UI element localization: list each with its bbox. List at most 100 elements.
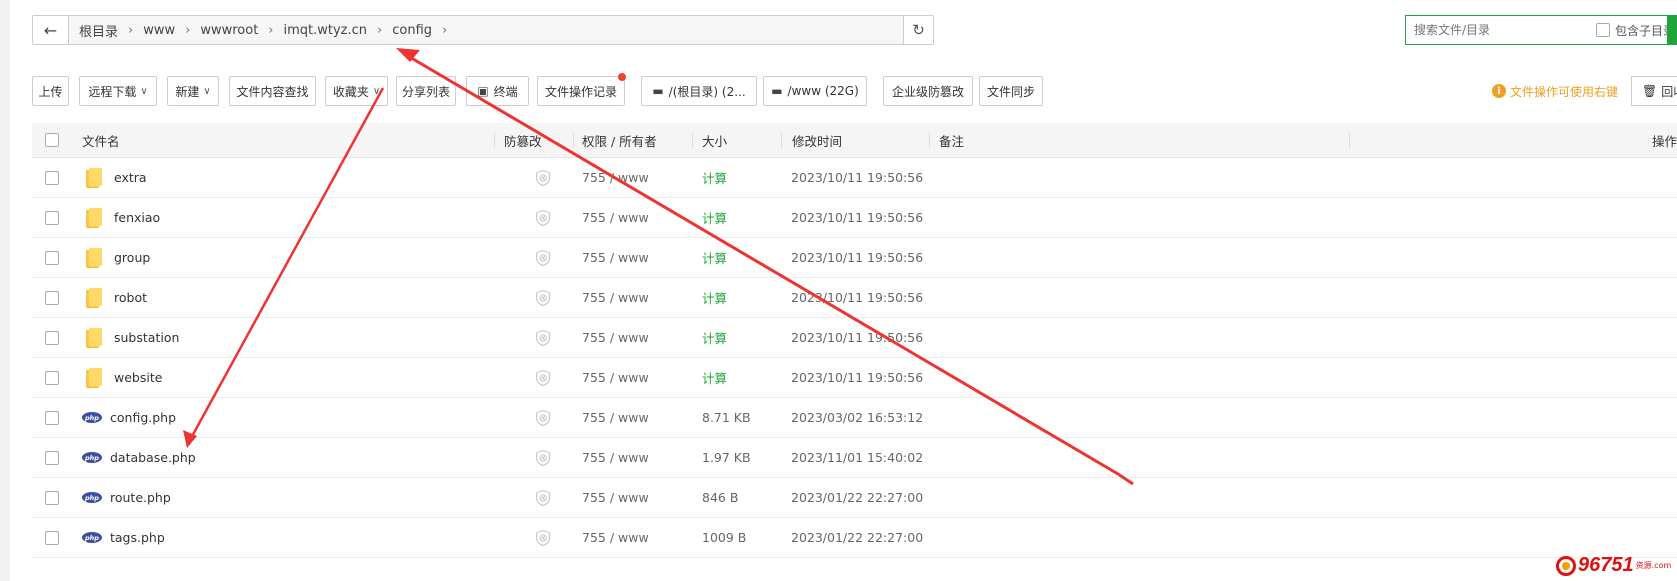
- size-cell[interactable]: 计算: [702, 318, 727, 357]
- header-size[interactable]: 大小: [702, 123, 727, 157]
- row-checkbox[interactable]: [45, 370, 59, 385]
- row-checkbox[interactable]: [45, 290, 59, 305]
- breadcrumb-item-site[interactable]: imqt.wtyz.cn: [278, 23, 374, 38]
- file-name-cell[interactable]: php database.php: [82, 438, 196, 477]
- protect-cell[interactable]: [534, 358, 552, 397]
- protect-cell[interactable]: [534, 198, 552, 237]
- permission-value[interactable]: 755 / www: [582, 210, 649, 225]
- tamper-proof-button[interactable]: 企业级防篡改: [883, 76, 973, 106]
- perm-cell[interactable]: 755 / www: [582, 518, 649, 557]
- refresh-button[interactable]: ↻: [903, 16, 933, 44]
- permission-value[interactable]: 755 / www: [582, 170, 649, 185]
- calc-size-link[interactable]: 计算: [702, 248, 727, 267]
- file-name-cell[interactable]: php config.php: [82, 398, 176, 437]
- breadcrumb-item-root[interactable]: 根目录: [73, 21, 124, 40]
- perm-cell[interactable]: 755 / www: [582, 198, 649, 237]
- permission-value[interactable]: 755 / www: [582, 490, 649, 505]
- file-name[interactable]: substation: [114, 330, 179, 345]
- breadcrumb-item-www[interactable]: www: [137, 23, 181, 38]
- remote-download-button[interactable]: 远程下载 ∨: [79, 76, 157, 106]
- perm-cell[interactable]: 755 / www: [582, 238, 649, 277]
- protect-cell[interactable]: [534, 478, 552, 517]
- row-checkbox[interactable]: [45, 250, 59, 265]
- size-cell[interactable]: 计算: [702, 158, 727, 197]
- table-row[interactable]: php database.php 755 / www 1.97 KB 2023/11/0…: [32, 438, 1677, 478]
- file-name[interactable]: config.php: [110, 410, 176, 425]
- file-name[interactable]: extra: [114, 170, 147, 185]
- row-checkbox[interactable]: [45, 170, 59, 185]
- file-name-cell[interactable]: group: [82, 238, 150, 277]
- file-name-cell[interactable]: website: [82, 358, 162, 397]
- protect-cell[interactable]: [534, 238, 552, 277]
- terminal-button[interactable]: ▣ 终端: [466, 76, 529, 106]
- table-row[interactable]: fenxiao 755 / www 计算 2023/10/11 19:50:56: [32, 198, 1677, 238]
- share-list-button[interactable]: 分享列表: [396, 76, 456, 106]
- file-sync-button[interactable]: 文件同步: [979, 76, 1043, 106]
- permission-value[interactable]: 755 / www: [582, 450, 649, 465]
- include-subdir-toggle[interactable]: 包含子目录: [1596, 22, 1675, 39]
- table-row[interactable]: group 755 / www 计算 2023/10/11 19:50:56: [32, 238, 1677, 278]
- recycle-bin-button[interactable]: 🗑 回收站: [1631, 76, 1677, 106]
- perm-cell[interactable]: 755 / www: [582, 438, 649, 477]
- header-mtime[interactable]: 修改时间: [792, 123, 842, 157]
- new-button[interactable]: 新建 ∨: [167, 76, 219, 106]
- perm-cell[interactable]: 755 / www: [582, 398, 649, 437]
- file-name[interactable]: fenxiao: [114, 210, 160, 225]
- file-name-cell[interactable]: fenxiao: [82, 198, 160, 237]
- favorites-button[interactable]: 收藏夹 ∨: [325, 76, 388, 106]
- size-cell[interactable]: 计算: [702, 238, 727, 277]
- file-name[interactable]: website: [114, 370, 162, 385]
- breadcrumb-item-config[interactable]: config: [386, 23, 438, 38]
- row-checkbox[interactable]: [45, 450, 59, 465]
- perm-cell[interactable]: 755 / www: [582, 158, 649, 197]
- protect-cell[interactable]: [534, 278, 552, 317]
- calc-size-link[interactable]: 计算: [702, 368, 727, 387]
- table-row[interactable]: substation 755 / www 计算 2023/10/11 19:50:56: [32, 318, 1677, 358]
- file-name[interactable]: group: [114, 250, 150, 265]
- file-name[interactable]: database.php: [110, 450, 196, 465]
- disk-root-button[interactable]: ▬ /(根目录) (2...: [641, 76, 757, 106]
- file-name-cell[interactable]: robot: [82, 278, 147, 317]
- file-name-cell[interactable]: php tags.php: [82, 518, 165, 557]
- table-row[interactable]: robot 755 / www 计算 2023/10/11 19:50:56: [32, 278, 1677, 318]
- row-checkbox[interactable]: [45, 330, 59, 345]
- size-cell[interactable]: 计算: [702, 278, 727, 317]
- back-button[interactable]: ←: [33, 16, 69, 44]
- breadcrumb-item-wwwroot[interactable]: wwwroot: [194, 23, 264, 38]
- calc-size-link[interactable]: 计算: [702, 168, 727, 187]
- permission-value[interactable]: 755 / www: [582, 370, 649, 385]
- size-cell[interactable]: 计算: [702, 198, 727, 237]
- size-cell[interactable]: 计算: [702, 358, 727, 397]
- row-checkbox[interactable]: [45, 410, 59, 425]
- file-name[interactable]: tags.php: [110, 530, 165, 545]
- search-button[interactable]: [1667, 15, 1677, 45]
- permission-value[interactable]: 755 / www: [582, 410, 649, 425]
- file-name-cell[interactable]: extra: [82, 158, 147, 197]
- permission-value[interactable]: 755 / www: [582, 330, 649, 345]
- include-subdir-checkbox[interactable]: [1596, 23, 1610, 37]
- file-name-cell[interactable]: substation: [82, 318, 179, 357]
- protect-cell[interactable]: [534, 398, 552, 437]
- file-name-cell[interactable]: php route.php: [82, 478, 171, 517]
- permission-value[interactable]: 755 / www: [582, 530, 649, 545]
- perm-cell[interactable]: 755 / www: [582, 478, 649, 517]
- row-checkbox[interactable]: [45, 210, 59, 225]
- header-name[interactable]: 文件名: [82, 123, 120, 157]
- perm-cell[interactable]: 755 / www: [582, 278, 649, 317]
- select-all-checkbox[interactable]: [45, 133, 59, 147]
- perm-cell[interactable]: 755 / www: [582, 358, 649, 397]
- row-checkbox[interactable]: [45, 490, 59, 505]
- table-row[interactable]: extra 755 / www 计算 2023/10/11 19:50:56: [32, 158, 1677, 198]
- permission-value[interactable]: 755 / www: [582, 250, 649, 265]
- protect-cell[interactable]: [534, 518, 552, 557]
- upload-button[interactable]: 上传: [32, 76, 69, 106]
- file-name[interactable]: route.php: [110, 490, 171, 505]
- protect-cell[interactable]: [534, 318, 552, 357]
- search-input[interactable]: [1414, 23, 1584, 37]
- table-row[interactable]: php route.php 755 / www 846 B 2023/01/22 22:…: [32, 478, 1677, 518]
- table-row[interactable]: php tags.php 755 / www 1009 B 2023/01/22 22:…: [32, 518, 1677, 558]
- table-row[interactable]: website 755 / www 计算 2023/10/11 19:50:56: [32, 358, 1677, 398]
- protect-cell[interactable]: [534, 438, 552, 477]
- op-log-button[interactable]: 文件操作记录: [537, 73, 626, 106]
- calc-size-link[interactable]: 计算: [702, 288, 727, 307]
